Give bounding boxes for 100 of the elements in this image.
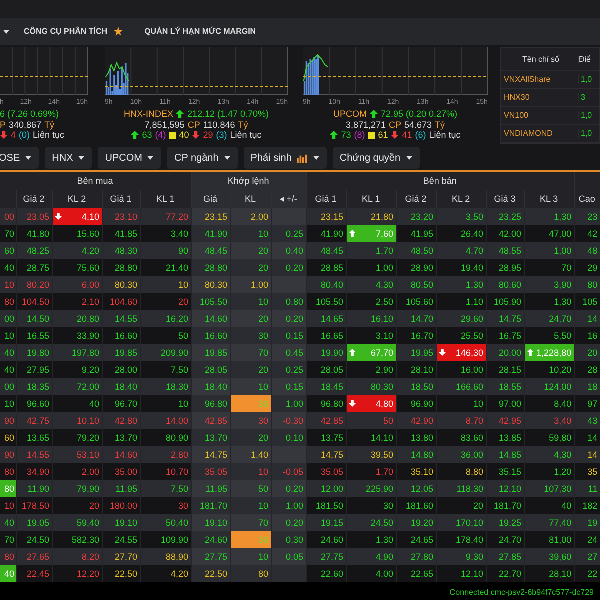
menu-item[interactable]: QUẢN LÝ HẠN MỨC MARGIN xyxy=(144,27,256,36)
summary-text: 110.846 xyxy=(203,120,236,130)
quote-value: 80 xyxy=(4,466,14,476)
quote-value: 197,80 xyxy=(72,348,100,358)
quote-value: 181.60 xyxy=(406,500,434,510)
quote-value: 105.60 xyxy=(406,296,434,306)
quote-value: 13.85 xyxy=(499,432,522,442)
market-tab[interactable]: Chứng quyền xyxy=(332,147,420,169)
quote-value: 105.50 xyxy=(200,296,228,306)
quote-value: 14 xyxy=(588,314,598,324)
quote-value: 18.35 xyxy=(26,382,50,392)
quote-value: 3,50 xyxy=(466,212,484,222)
market-tab[interactable]: UPCOM xyxy=(98,147,162,169)
quote-value: 29 xyxy=(588,262,598,272)
quote-value: 48.45 xyxy=(205,246,228,256)
quote-value: 88,90 xyxy=(166,552,189,562)
index-name[interactable]: HNX30 xyxy=(501,93,579,102)
quote-value: 16.60 xyxy=(205,330,228,340)
column-header: Giá 1 xyxy=(102,190,140,208)
quote-value: 22.50 xyxy=(205,568,228,578)
quote-value: 19.10 xyxy=(205,518,228,528)
quote-value: 10 xyxy=(258,228,269,238)
quote-value: 25,50 xyxy=(461,330,484,340)
index-name[interactable]: VNDIAMOND xyxy=(501,129,579,138)
quote-value: 50 xyxy=(258,484,269,494)
quote-value: -0.30 xyxy=(283,416,304,426)
summary-text: (6) xyxy=(415,130,426,140)
summary-text: Liên tục xyxy=(429,130,461,140)
quote-value: 1,40 xyxy=(251,450,269,460)
quote-value: 4,00 xyxy=(376,568,394,578)
quote-value: 2,50 xyxy=(376,296,394,306)
quote-value: 1,30 xyxy=(376,534,394,544)
quote-value: 48.50 xyxy=(411,246,434,256)
quote-value: 14.50 xyxy=(26,314,50,324)
quote-value: 19.10 xyxy=(114,518,138,528)
quote-value: 23.15 xyxy=(205,212,228,222)
quote-value: 0.80 xyxy=(286,296,304,306)
star-icon[interactable] xyxy=(114,27,123,36)
index-name[interactable]: VN100 xyxy=(501,111,579,120)
market-tab[interactable]: Phái sinh xyxy=(244,147,327,169)
quote-value: 40 xyxy=(4,262,14,272)
left-triangle-icon[interactable] xyxy=(280,196,284,202)
quote-value: 27.75 xyxy=(321,552,344,562)
column-header: KL 2 xyxy=(436,190,486,208)
quote-value: 16 xyxy=(588,330,598,340)
quote-value: 10,70 xyxy=(166,466,189,476)
quote-value: 28.10 xyxy=(411,364,434,374)
market-tab[interactable]: CP ngành xyxy=(167,147,238,169)
index-value: 1,0 xyxy=(580,111,592,120)
quote-value: 14.55 xyxy=(26,450,50,460)
quote-value: 10,10 xyxy=(76,416,100,426)
quote-value: 24.60 xyxy=(205,534,228,544)
quote-value: 34.90 xyxy=(26,466,50,476)
quote-value: 30 xyxy=(178,500,189,510)
quote-value: 3,90 xyxy=(554,280,572,290)
quote-value: 27 xyxy=(588,552,598,562)
summary-text: Tỷ xyxy=(44,120,55,130)
quote-value: 9,30 xyxy=(466,552,484,562)
quote-value: 182 xyxy=(582,500,598,510)
quote-value: 14.85 xyxy=(499,450,522,460)
quote-value: 19.85 xyxy=(205,348,228,358)
quote-value: 83,60 xyxy=(461,432,484,442)
connection-status: Connected cmc-psv2-6b94f7c577-dc729 xyxy=(450,588,594,596)
quote-value: 30 xyxy=(258,534,269,544)
summary-text: (3) xyxy=(216,130,228,140)
quote-value: 19.85 xyxy=(114,348,138,358)
quote-value: 42.75 xyxy=(26,416,50,426)
quote-value: 19.05 xyxy=(26,518,50,528)
caret-icon[interactable] xyxy=(3,30,10,34)
quote-value: 41.95 xyxy=(411,228,434,238)
quote-value: 20 xyxy=(258,364,269,374)
quote-value: 35.05 xyxy=(205,466,228,476)
index-name[interactable]: VNXAllShare xyxy=(501,75,579,84)
quote-value: 14,10 xyxy=(371,432,394,442)
quote-value: 28.00 xyxy=(114,364,138,374)
quote-value: 60 xyxy=(4,432,14,442)
quote-value: 30 xyxy=(258,416,269,426)
quote-value: 8,70 xyxy=(466,416,484,426)
group-header: Bên mua xyxy=(0,172,192,190)
quote-value: 20 xyxy=(588,348,598,358)
quote-value: 2,10 xyxy=(82,296,100,306)
quote-value: 105.90 xyxy=(494,296,522,306)
quote-value: 35.00 xyxy=(114,466,138,476)
quote-value: 10 xyxy=(258,382,269,392)
quote-value: 10 xyxy=(258,500,269,510)
summary-text: 54.673 xyxy=(404,120,432,130)
menu-item[interactable]: CÔNG CỤ PHÂN TÍCH xyxy=(24,27,108,36)
quote-value: 42 xyxy=(588,228,598,238)
market-tab[interactable]: HNX xyxy=(45,147,92,169)
quote-value: 97 xyxy=(588,398,598,408)
summary-text: 72.95 (0.20 0.27%) xyxy=(380,109,458,120)
quote-value: 20,80 xyxy=(76,314,100,324)
quote-value: 0.30 xyxy=(286,534,304,544)
quote-value: 36,00 xyxy=(461,450,484,460)
quote-value: 77,40 xyxy=(549,518,572,528)
quote-value: 0.25 xyxy=(286,228,304,238)
quote-value: 1,228,80 xyxy=(536,348,572,358)
quote-value: 28.80 xyxy=(205,262,228,272)
quote-value: 181.70 xyxy=(200,500,228,510)
quote-value: 67,70 xyxy=(371,348,394,358)
